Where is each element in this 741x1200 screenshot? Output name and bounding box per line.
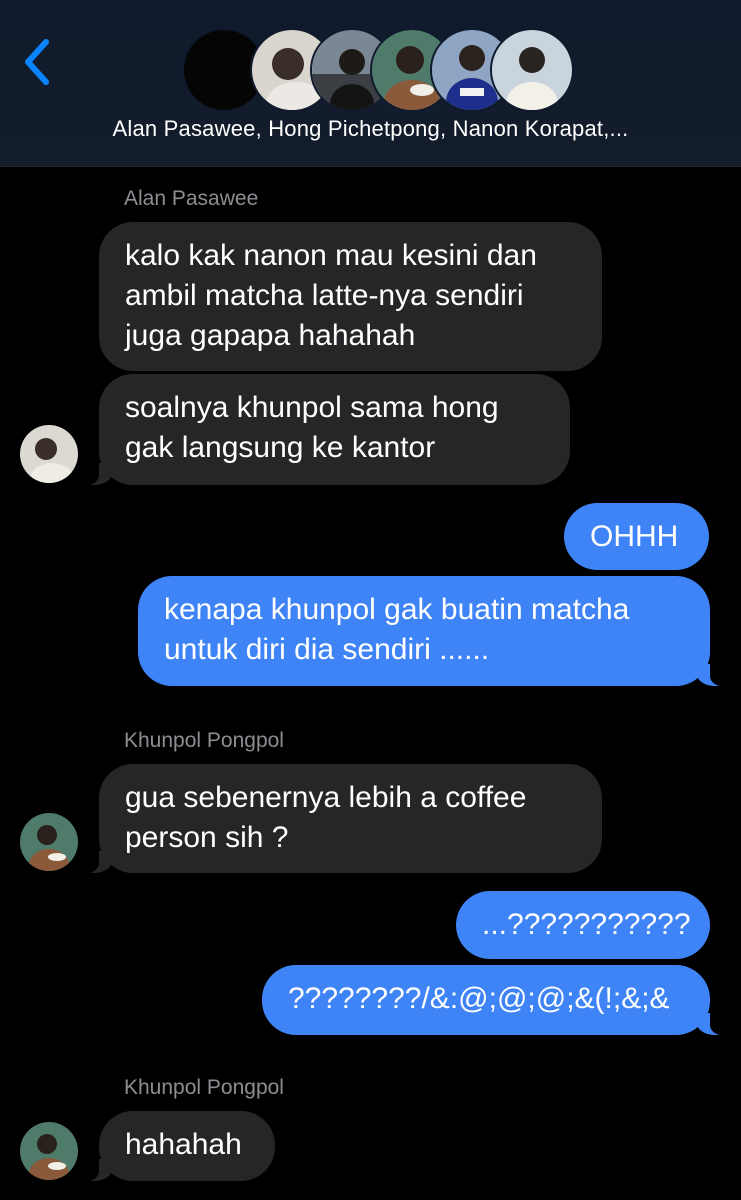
sender-label: Khunpol Pongpol: [124, 1076, 284, 1099]
incoming-message[interactable]: kalo kak nanon mau kesini dan ambil matc…: [99, 222, 602, 371]
sender-avatar[interactable]: [20, 813, 78, 871]
back-button[interactable]: [18, 38, 58, 86]
outgoing-message[interactable]: ????????/&:@;@;@;&(!;&;&: [262, 965, 724, 1035]
outgoing-message[interactable]: kenapa khunpol gak buatin matcha untuk d…: [138, 576, 724, 686]
group-title[interactable]: Alan Pasawee, Hong Pichetpong, Nanon Kor…: [0, 116, 741, 142]
conversation-header: Alan Pasawee, Hong Pichetpong, Nanon Kor…: [0, 0, 741, 167]
sender-avatar[interactable]: [20, 1122, 78, 1180]
outgoing-message[interactable]: OHHH: [564, 503, 709, 570]
outgoing-message[interactable]: ...???????????: [456, 891, 710, 959]
sender-avatar[interactable]: [20, 425, 78, 483]
incoming-message[interactable]: soalnya khunpol sama hong gak langsung k…: [85, 374, 570, 485]
sender-label: Alan Pasawee: [124, 187, 259, 210]
sender-label: Khunpol Pongpol: [124, 729, 284, 752]
group-avatars[interactable]: [182, 28, 574, 112]
avatar: [490, 28, 574, 112]
incoming-message[interactable]: hahahah: [85, 1111, 275, 1181]
chevron-left-icon: [25, 39, 49, 85]
incoming-message[interactable]: gua sebenernya lebih a coffee person sih…: [85, 764, 602, 873]
